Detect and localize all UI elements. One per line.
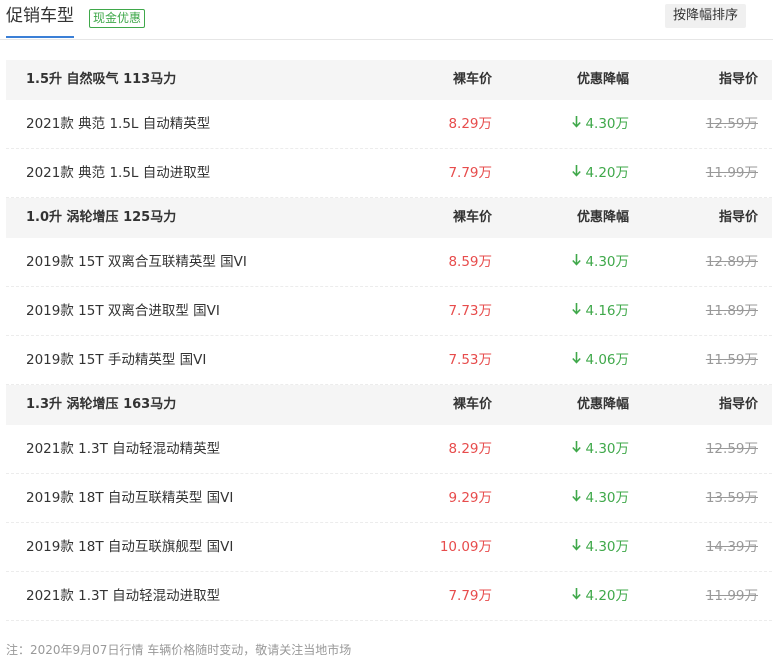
guide-price: 11.99万 (705, 588, 758, 604)
guide-price: 11.89万 (705, 303, 758, 319)
net-price: 8.59万 (448, 254, 492, 270)
table-row[interactable]: 2021款 典范 1.5L 自动精英型 8.29万 4.30万 12.59万 (6, 100, 772, 149)
column-header-price: 裸车价 (452, 397, 492, 412)
discount-value: 4.20万 (585, 165, 629, 181)
discount-amount: 4.30万 (572, 523, 629, 571)
guide-price: 14.39万 (705, 539, 758, 555)
arrow-down-icon (572, 474, 582, 522)
discount-amount: 4.30万 (572, 474, 629, 522)
guide-price: 11.99万 (705, 165, 758, 181)
header: 促销车型 现金优惠 按降幅排序 (0, 0, 773, 40)
model-name[interactable]: 2021款 典范 1.5L 自动精英型 (26, 100, 210, 148)
model-name[interactable]: 2019款 18T 自动互联精英型 国VI (26, 474, 233, 522)
guide-price: 12.89万 (705, 254, 758, 270)
model-name[interactable]: 2019款 15T 双离合互联精英型 国VI (26, 238, 247, 286)
discount-value: 4.30万 (585, 490, 629, 506)
arrow-down-icon (572, 287, 582, 335)
discount-amount: 4.30万 (572, 100, 629, 148)
model-name[interactable]: 2021款 典范 1.5L 自动进取型 (26, 149, 210, 197)
group-title: 1.3升 涡轮增压 163马力 (26, 397, 177, 412)
arrow-down-icon (572, 572, 582, 620)
table-row[interactable]: 2019款 15T 手动精英型 国VI 7.53万 4.06万 11.59万 (6, 336, 772, 385)
discount-value: 4.30万 (585, 116, 629, 132)
table-row[interactable]: 2021款 1.3T 自动轻混动进取型 7.79万 4.20万 11.99万 (6, 572, 772, 621)
discount-value: 4.30万 (585, 539, 629, 555)
net-price: 7.73万 (448, 303, 492, 319)
sort-by-discount-button[interactable]: 按降幅排序 (665, 4, 747, 28)
column-header-discount: 优惠降幅 (576, 397, 629, 412)
discount-value: 4.30万 (585, 254, 629, 270)
guide-price: 13.59万 (705, 490, 758, 506)
promo-table: 1.5升 自然吸气 113马力 裸车价 优惠降幅 指导价 2021款 典范 1.5L 自… (6, 60, 772, 621)
column-header-guide: 指导价 (718, 397, 758, 412)
column-header-discount: 优惠降幅 (576, 210, 629, 225)
discount-amount: 4.20万 (572, 572, 629, 620)
net-price: 8.29万 (448, 441, 492, 457)
discount-value: 4.16万 (585, 303, 629, 319)
table-row[interactable]: 2021款 1.3T 自动轻混动精英型 8.29万 4.30万 12.59万 (6, 425, 772, 474)
column-header-price: 裸车价 (452, 72, 492, 87)
arrow-down-icon (572, 238, 582, 286)
guide-price: 11.59万 (705, 352, 758, 368)
discount-amount: 4.06万 (572, 336, 629, 384)
guide-price: 12.59万 (705, 116, 758, 132)
group-title: 1.5升 自然吸气 113马力 (26, 72, 177, 87)
net-price: 7.79万 (448, 588, 492, 604)
group-header: 1.0升 涡轮增压 125马力 裸车价 优惠降幅 指导价 (6, 198, 772, 238)
page-title[interactable]: 促销车型 (6, 4, 74, 38)
net-price: 7.53万 (448, 352, 492, 368)
discount-value: 4.06万 (585, 352, 629, 368)
discount-amount: 4.16万 (572, 287, 629, 335)
guide-price: 12.59万 (705, 441, 758, 457)
arrow-down-icon (572, 149, 582, 197)
column-header-guide: 指导价 (718, 210, 758, 225)
net-price: 9.29万 (448, 490, 492, 506)
model-name[interactable]: 2021款 1.3T 自动轻混动精英型 (26, 425, 220, 473)
group-title: 1.0升 涡轮增压 125马力 (26, 210, 177, 225)
column-header-price: 裸车价 (452, 210, 492, 225)
model-name[interactable]: 2019款 18T 自动互联旗舰型 国VI (26, 523, 233, 571)
discount-amount: 4.20万 (572, 149, 629, 197)
arrow-down-icon (572, 336, 582, 384)
net-price: 8.29万 (448, 116, 492, 132)
discount-amount: 4.30万 (572, 238, 629, 286)
table-row[interactable]: 2021款 典范 1.5L 自动进取型 7.79万 4.20万 11.99万 (6, 149, 772, 198)
table-row[interactable]: 2019款 15T 双离合互联精英型 国VI 8.59万 4.30万 12.89万 (6, 238, 772, 287)
divider (0, 39, 773, 40)
column-header-discount: 优惠降幅 (576, 72, 629, 87)
table-row[interactable]: 2019款 18T 自动互联精英型 国VI 9.29万 4.30万 13.59万 (6, 474, 772, 523)
discount-value: 4.20万 (585, 588, 629, 604)
column-header-guide: 指导价 (718, 72, 758, 87)
discount-amount: 4.30万 (572, 425, 629, 473)
net-price: 7.79万 (448, 165, 492, 181)
arrow-down-icon (572, 100, 582, 148)
table-row[interactable]: 2019款 18T 自动互联旗舰型 国VI 10.09万 4.30万 14.39万 (6, 523, 772, 572)
model-name[interactable]: 2021款 1.3T 自动轻混动进取型 (26, 572, 220, 620)
net-price: 10.09万 (439, 539, 492, 555)
model-name[interactable]: 2019款 15T 双离合进取型 国VI (26, 287, 220, 335)
group-header: 1.3升 涡轮增压 163马力 裸车价 优惠降幅 指导价 (6, 385, 772, 425)
footnote: 注：2020年9月07日行情 车辆价格随时变动，敬请关注当地市场 (6, 643, 352, 657)
arrow-down-icon (572, 523, 582, 571)
group-header: 1.5升 自然吸气 113马力 裸车价 优惠降幅 指导价 (6, 60, 772, 100)
cash-discount-badge: 现金优惠 (89, 9, 146, 28)
arrow-down-icon (572, 425, 582, 473)
table-row[interactable]: 2019款 15T 双离合进取型 国VI 7.73万 4.16万 11.89万 (6, 287, 772, 336)
discount-value: 4.30万 (585, 441, 629, 457)
model-name[interactable]: 2019款 15T 手动精英型 国VI (26, 336, 206, 384)
